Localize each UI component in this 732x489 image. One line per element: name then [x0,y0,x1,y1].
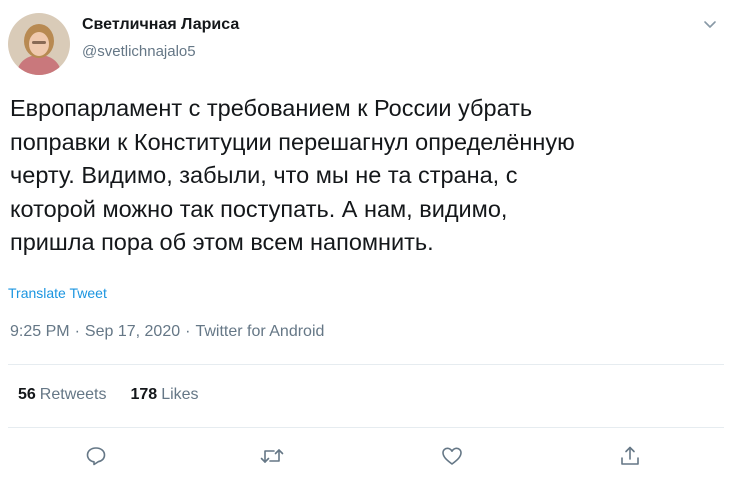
meta-separator: · [74,323,80,340]
author-name[interactable]: Светличная Лариса [82,16,239,34]
tweet-metadata: 9:25 PM · Sep 17, 2020 · Twitter for Android [10,323,324,341]
divider [8,427,724,428]
share-icon [618,444,642,473]
reply-icon [84,444,108,473]
meta-separator: · [185,323,191,340]
like-button[interactable] [438,444,466,472]
divider [8,364,724,365]
likes-label: Likes [161,386,199,403]
likes-stat[interactable]: 178 Likes [131,386,199,404]
tweet-time[interactable]: 9:25 PM [10,323,70,340]
tweet-date[interactable]: Sep 17, 2020 [85,323,180,340]
author-handle[interactable]: @svetlichnajalo5 [82,43,196,60]
tweet-text: Европарламент с требованием к России убр… [10,95,575,255]
retweets-count: 56 [18,386,36,403]
retweet-button[interactable] [258,444,286,472]
likes-count: 178 [130,386,158,403]
chevron-down-icon[interactable] [700,15,720,35]
avatar[interactable] [8,13,70,75]
engagement-stats: 56 Retweets 178 Likes [18,386,223,404]
tweet-card: Светличная Лариса @svetlichnajalo5 Европ… [0,0,732,489]
translate-tweet-link[interactable]: Translate Tweet [8,285,107,301]
avatar-image [8,13,70,75]
retweet-icon [259,444,285,473]
reply-button[interactable] [82,444,110,472]
share-button[interactable] [616,444,644,472]
heart-icon [440,444,464,473]
tweet-source[interactable]: Twitter for Android [195,323,324,340]
retweets-stat[interactable]: 56 Retweets [18,386,107,404]
retweets-label: Retweets [39,386,107,403]
